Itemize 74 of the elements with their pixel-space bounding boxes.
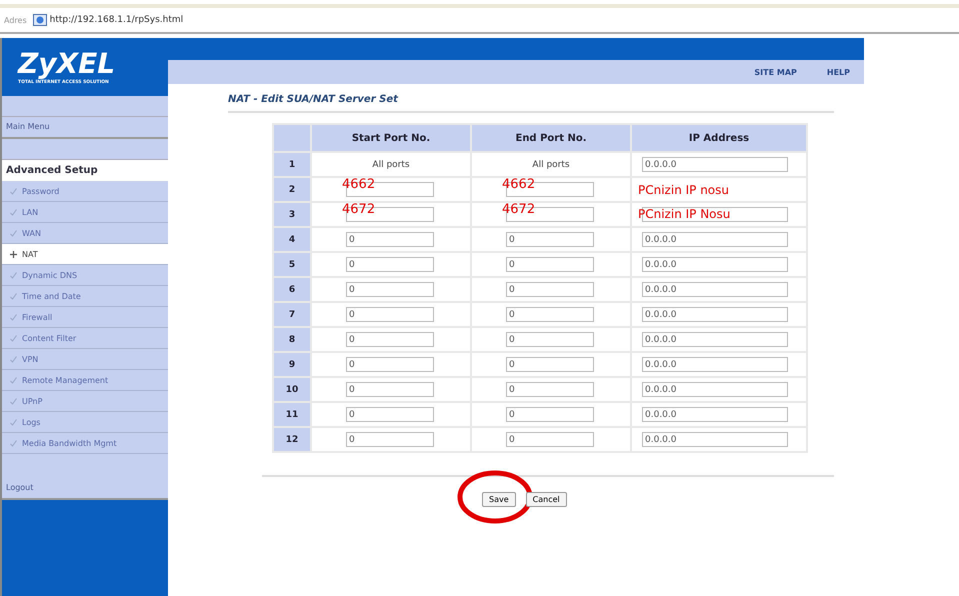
row-number: 5 bbox=[274, 253, 310, 276]
tick-icon bbox=[10, 230, 17, 236]
tick-icon bbox=[10, 418, 17, 426]
top-link[interactable]: SITE MAP bbox=[754, 68, 797, 76]
plus-icon bbox=[10, 250, 17, 258]
input-field[interactable]: 0.0.0.0 bbox=[642, 232, 788, 247]
column-header: Start Port No. bbox=[312, 125, 470, 151]
input-field[interactable]: 0.0.0.0 bbox=[642, 432, 788, 447]
input-field[interactable]: 0 bbox=[346, 232, 434, 247]
address-field[interactable]: http://192.168.1.1/rpSys.html bbox=[32, 14, 184, 26]
column-header: IP Address bbox=[632, 125, 806, 151]
row-number: 6 bbox=[274, 278, 310, 301]
input-field[interactable]: 0 bbox=[346, 257, 434, 272]
input-field[interactable]: 0 bbox=[346, 332, 434, 347]
page-icon bbox=[32, 14, 47, 26]
tick-icon bbox=[10, 398, 17, 404]
sidebar-item[interactable]: NAT bbox=[2, 244, 168, 265]
input-field[interactable]: 0 bbox=[346, 357, 434, 372]
row-number: 3 bbox=[274, 203, 310, 226]
tick-icon bbox=[10, 376, 17, 384]
table-cell: All ports bbox=[372, 160, 410, 170]
input-field[interactable]: 0 bbox=[506, 282, 594, 297]
address-label: Adres bbox=[4, 16, 27, 24]
row-number: 1 bbox=[274, 153, 310, 176]
annotation-text: 4672 bbox=[502, 203, 536, 216]
page-title: NAT - Edit SUA/NAT Server Set bbox=[228, 94, 400, 105]
input-field[interactable]: 0.0.0.0 bbox=[642, 382, 788, 397]
input-field[interactable]: 0.0.0.0 bbox=[642, 157, 788, 172]
row-number: 4 bbox=[274, 228, 310, 251]
input-field[interactable]: 0 bbox=[346, 282, 434, 297]
input-field[interactable]: 0 bbox=[506, 382, 594, 397]
input-field[interactable]: 0.0.0.0 bbox=[642, 307, 788, 322]
row-number: 7 bbox=[274, 303, 310, 326]
input-field[interactable]: 0 bbox=[506, 307, 594, 322]
section-heading: Advanced Setup bbox=[2, 160, 168, 181]
input-field[interactable]: 0 bbox=[506, 432, 594, 447]
tick-icon bbox=[10, 314, 17, 320]
tick-icon bbox=[10, 356, 17, 362]
input-field[interactable]: 0 bbox=[346, 307, 434, 322]
annotation-text: 4662 bbox=[342, 178, 376, 191]
tick-icon bbox=[10, 292, 17, 300]
top-link[interactable]: HELP bbox=[826, 68, 850, 76]
tick-icon bbox=[10, 334, 17, 342]
form-button[interactable]: Cancel bbox=[526, 492, 567, 507]
row-number: 11 bbox=[274, 403, 310, 426]
tick-icon bbox=[10, 188, 17, 194]
input-field[interactable]: 0.0.0.0 bbox=[642, 332, 788, 347]
tick-icon bbox=[10, 440, 17, 446]
input-field[interactable]: 0 bbox=[346, 382, 434, 397]
row-number: 10 bbox=[274, 378, 310, 401]
tick-icon bbox=[10, 208, 17, 216]
annotation-text: PCnizin IP Nosu bbox=[638, 208, 730, 220]
input-field[interactable]: 0 bbox=[346, 407, 434, 422]
row-number: 8 bbox=[274, 328, 310, 351]
annotation-text: 4672 bbox=[342, 203, 376, 216]
input-field[interactable]: 0.0.0.0 bbox=[642, 257, 788, 272]
input-field[interactable]: 0 bbox=[346, 432, 434, 447]
input-field[interactable]: 0.0.0.0 bbox=[642, 357, 788, 372]
input-field[interactable]: 0 bbox=[506, 357, 594, 372]
input-field[interactable]: 0 bbox=[506, 257, 594, 272]
input-field[interactable]: 0.0.0.0 bbox=[642, 282, 788, 297]
annotation-note: PCnizin IP nosu bbox=[637, 182, 730, 196]
column-header: End Port No. bbox=[472, 125, 630, 151]
row-number: 9 bbox=[274, 353, 310, 376]
table-cell: All ports bbox=[532, 160, 570, 170]
annotation-text: 4662 bbox=[502, 178, 536, 191]
input-field[interactable]: 0.0.0.0 bbox=[642, 407, 788, 422]
row-number: 2 bbox=[274, 178, 310, 201]
input-field[interactable]: 0 bbox=[506, 232, 594, 247]
row-number: 12 bbox=[274, 428, 310, 451]
form-button[interactable]: Save bbox=[482, 492, 516, 507]
tick-icon bbox=[10, 272, 17, 278]
input-field[interactable]: 0 bbox=[506, 407, 594, 422]
input-field[interactable]: 0 bbox=[506, 332, 594, 347]
